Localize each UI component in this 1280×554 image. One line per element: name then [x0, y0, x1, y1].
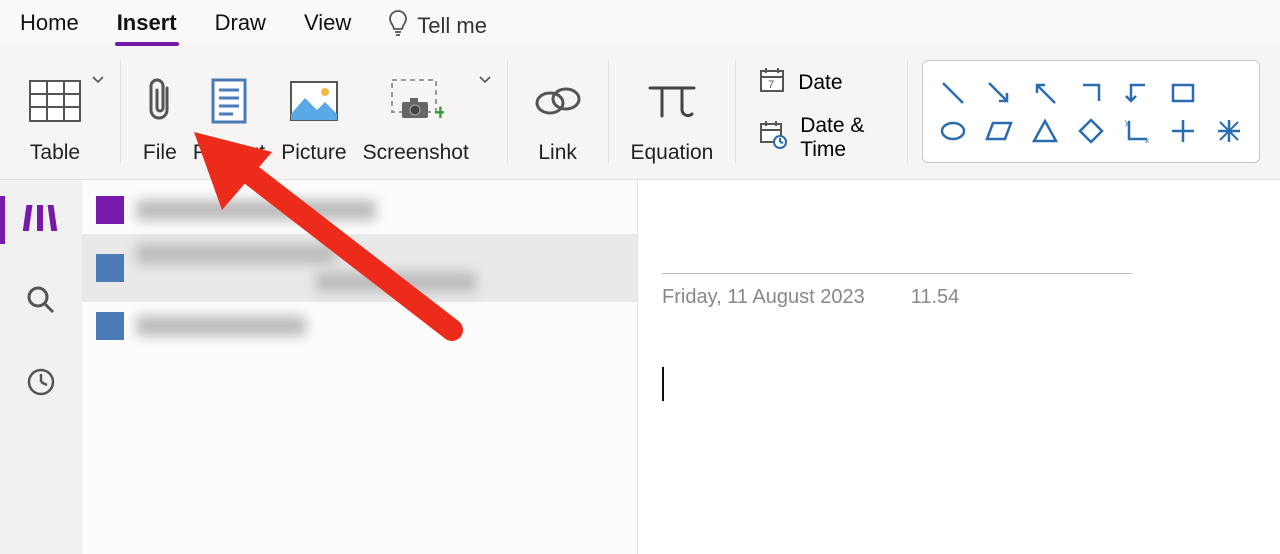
nav-rail — [0, 180, 82, 554]
equation-button[interactable]: Equation — [622, 63, 721, 165]
clock-icon — [25, 366, 57, 403]
group-table: Table — [10, 48, 116, 175]
table-dropdown[interactable] — [90, 54, 106, 173]
group-link: Link — [512, 48, 604, 175]
list-item[interactable] — [82, 302, 637, 350]
redacted-text — [136, 316, 306, 336]
printout-button[interactable]: Printout — [185, 63, 273, 165]
tab-draw[interactable]: Draw — [213, 10, 268, 42]
section-color-swatch — [96, 312, 124, 340]
link-label: Link — [538, 141, 577, 165]
link-icon — [530, 71, 586, 131]
printout-label: Printout — [193, 141, 265, 165]
page-title-field[interactable] — [662, 220, 1132, 274]
calendar-icon: 7 — [758, 66, 786, 100]
shape-arrow-se-icon[interactable] — [985, 79, 1013, 107]
shape-rectangle-icon[interactable] — [1169, 79, 1197, 107]
list-item[interactable] — [82, 234, 637, 302]
text-cursor — [662, 367, 664, 401]
shape-arrow-nw-icon[interactable] — [1031, 79, 1059, 107]
separator — [608, 60, 609, 163]
group-date: 7 Date Date & Time — [740, 48, 903, 175]
screenshot-icon: + — [388, 71, 444, 131]
notebooks-button[interactable] — [11, 194, 71, 246]
screenshot-label: Screenshot — [363, 141, 469, 165]
notebooks-icon — [23, 201, 59, 240]
calendar-clock-icon — [758, 120, 788, 156]
content-area: Friday, 11 August 2023 11.54 — [0, 180, 1280, 554]
pi-icon — [644, 71, 700, 131]
section-color-swatch — [96, 254, 124, 282]
section-color-swatch — [96, 196, 124, 224]
shapes-row-1 — [939, 79, 1243, 107]
equation-label: Equation — [630, 141, 713, 165]
redacted-text — [316, 272, 476, 292]
date-button[interactable]: 7 Date — [758, 66, 885, 100]
page-date: Friday, 11 August 2023 — [662, 286, 865, 309]
shape-triangle-icon[interactable] — [1031, 117, 1059, 145]
page-time: 11.54 — [911, 286, 960, 309]
shapes-gallery[interactable]: yx — [922, 60, 1260, 163]
file-button[interactable]: File — [135, 63, 185, 165]
picture-label: Picture — [281, 141, 346, 165]
svg-text:+: + — [434, 100, 444, 124]
paperclip-icon — [143, 71, 177, 131]
shape-elbow-arrow-icon[interactable] — [1123, 79, 1151, 107]
table-button[interactable]: Table — [20, 63, 90, 165]
ribbon-insert: Table File — [0, 44, 1280, 180]
separator — [507, 60, 508, 163]
printout-icon — [207, 71, 251, 131]
tell-me-label: Tell me — [417, 13, 487, 39]
picture-icon — [289, 71, 339, 131]
shapes-row-2: yx — [939, 117, 1243, 145]
lightbulb-icon — [387, 9, 409, 43]
tab-insert[interactable]: Insert — [115, 10, 179, 42]
date-label: Date — [798, 71, 842, 95]
picture-button[interactable]: Picture — [273, 63, 354, 165]
svg-text:7: 7 — [768, 79, 774, 91]
svg-text:x: x — [1145, 136, 1149, 145]
shape-asterisk-icon[interactable] — [1215, 117, 1243, 145]
page-list — [82, 180, 638, 554]
date-time-button[interactable]: Date & Time — [758, 114, 885, 162]
redacted-text — [136, 200, 376, 220]
screenshot-dropdown[interactable] — [477, 54, 493, 173]
separator — [735, 60, 736, 163]
recent-button[interactable] — [11, 358, 71, 410]
shape-diamond-icon[interactable] — [1077, 117, 1105, 145]
shape-ellipse-icon[interactable] — [939, 117, 967, 145]
tab-home[interactable]: Home — [18, 10, 81, 42]
group-files: File Printout Pi — [125, 48, 503, 175]
shape-axes-icon[interactable]: yx — [1123, 117, 1151, 145]
search-button[interactable] — [11, 276, 71, 328]
separator — [120, 60, 121, 163]
tab-view[interactable]: View — [302, 10, 353, 42]
screenshot-button[interactable]: + Screenshot — [355, 63, 477, 165]
table-icon — [28, 71, 82, 131]
shape-elbow-icon[interactable] — [1077, 79, 1105, 107]
list-item[interactable] — [82, 186, 637, 234]
shape-plus-icon[interactable] — [1169, 117, 1197, 145]
svg-text:y: y — [1125, 118, 1129, 127]
group-equation: Equation — [612, 48, 731, 175]
date-time-label: Date & Time — [800, 114, 885, 162]
tell-me-search[interactable]: Tell me — [387, 9, 487, 43]
table-label: Table — [30, 141, 80, 165]
shape-parallelogram-icon[interactable] — [985, 117, 1013, 145]
note-canvas[interactable]: Friday, 11 August 2023 11.54 — [638, 180, 1280, 554]
file-label: File — [143, 141, 177, 165]
page-timestamp: Friday, 11 August 2023 11.54 — [662, 286, 1256, 309]
ribbon-tabs: Home Insert Draw View Tell me — [0, 0, 1280, 44]
search-icon — [25, 284, 57, 321]
separator — [907, 60, 908, 163]
link-button[interactable]: Link — [522, 63, 594, 165]
shape-line-icon[interactable] — [939, 79, 967, 107]
redacted-text — [136, 244, 336, 264]
